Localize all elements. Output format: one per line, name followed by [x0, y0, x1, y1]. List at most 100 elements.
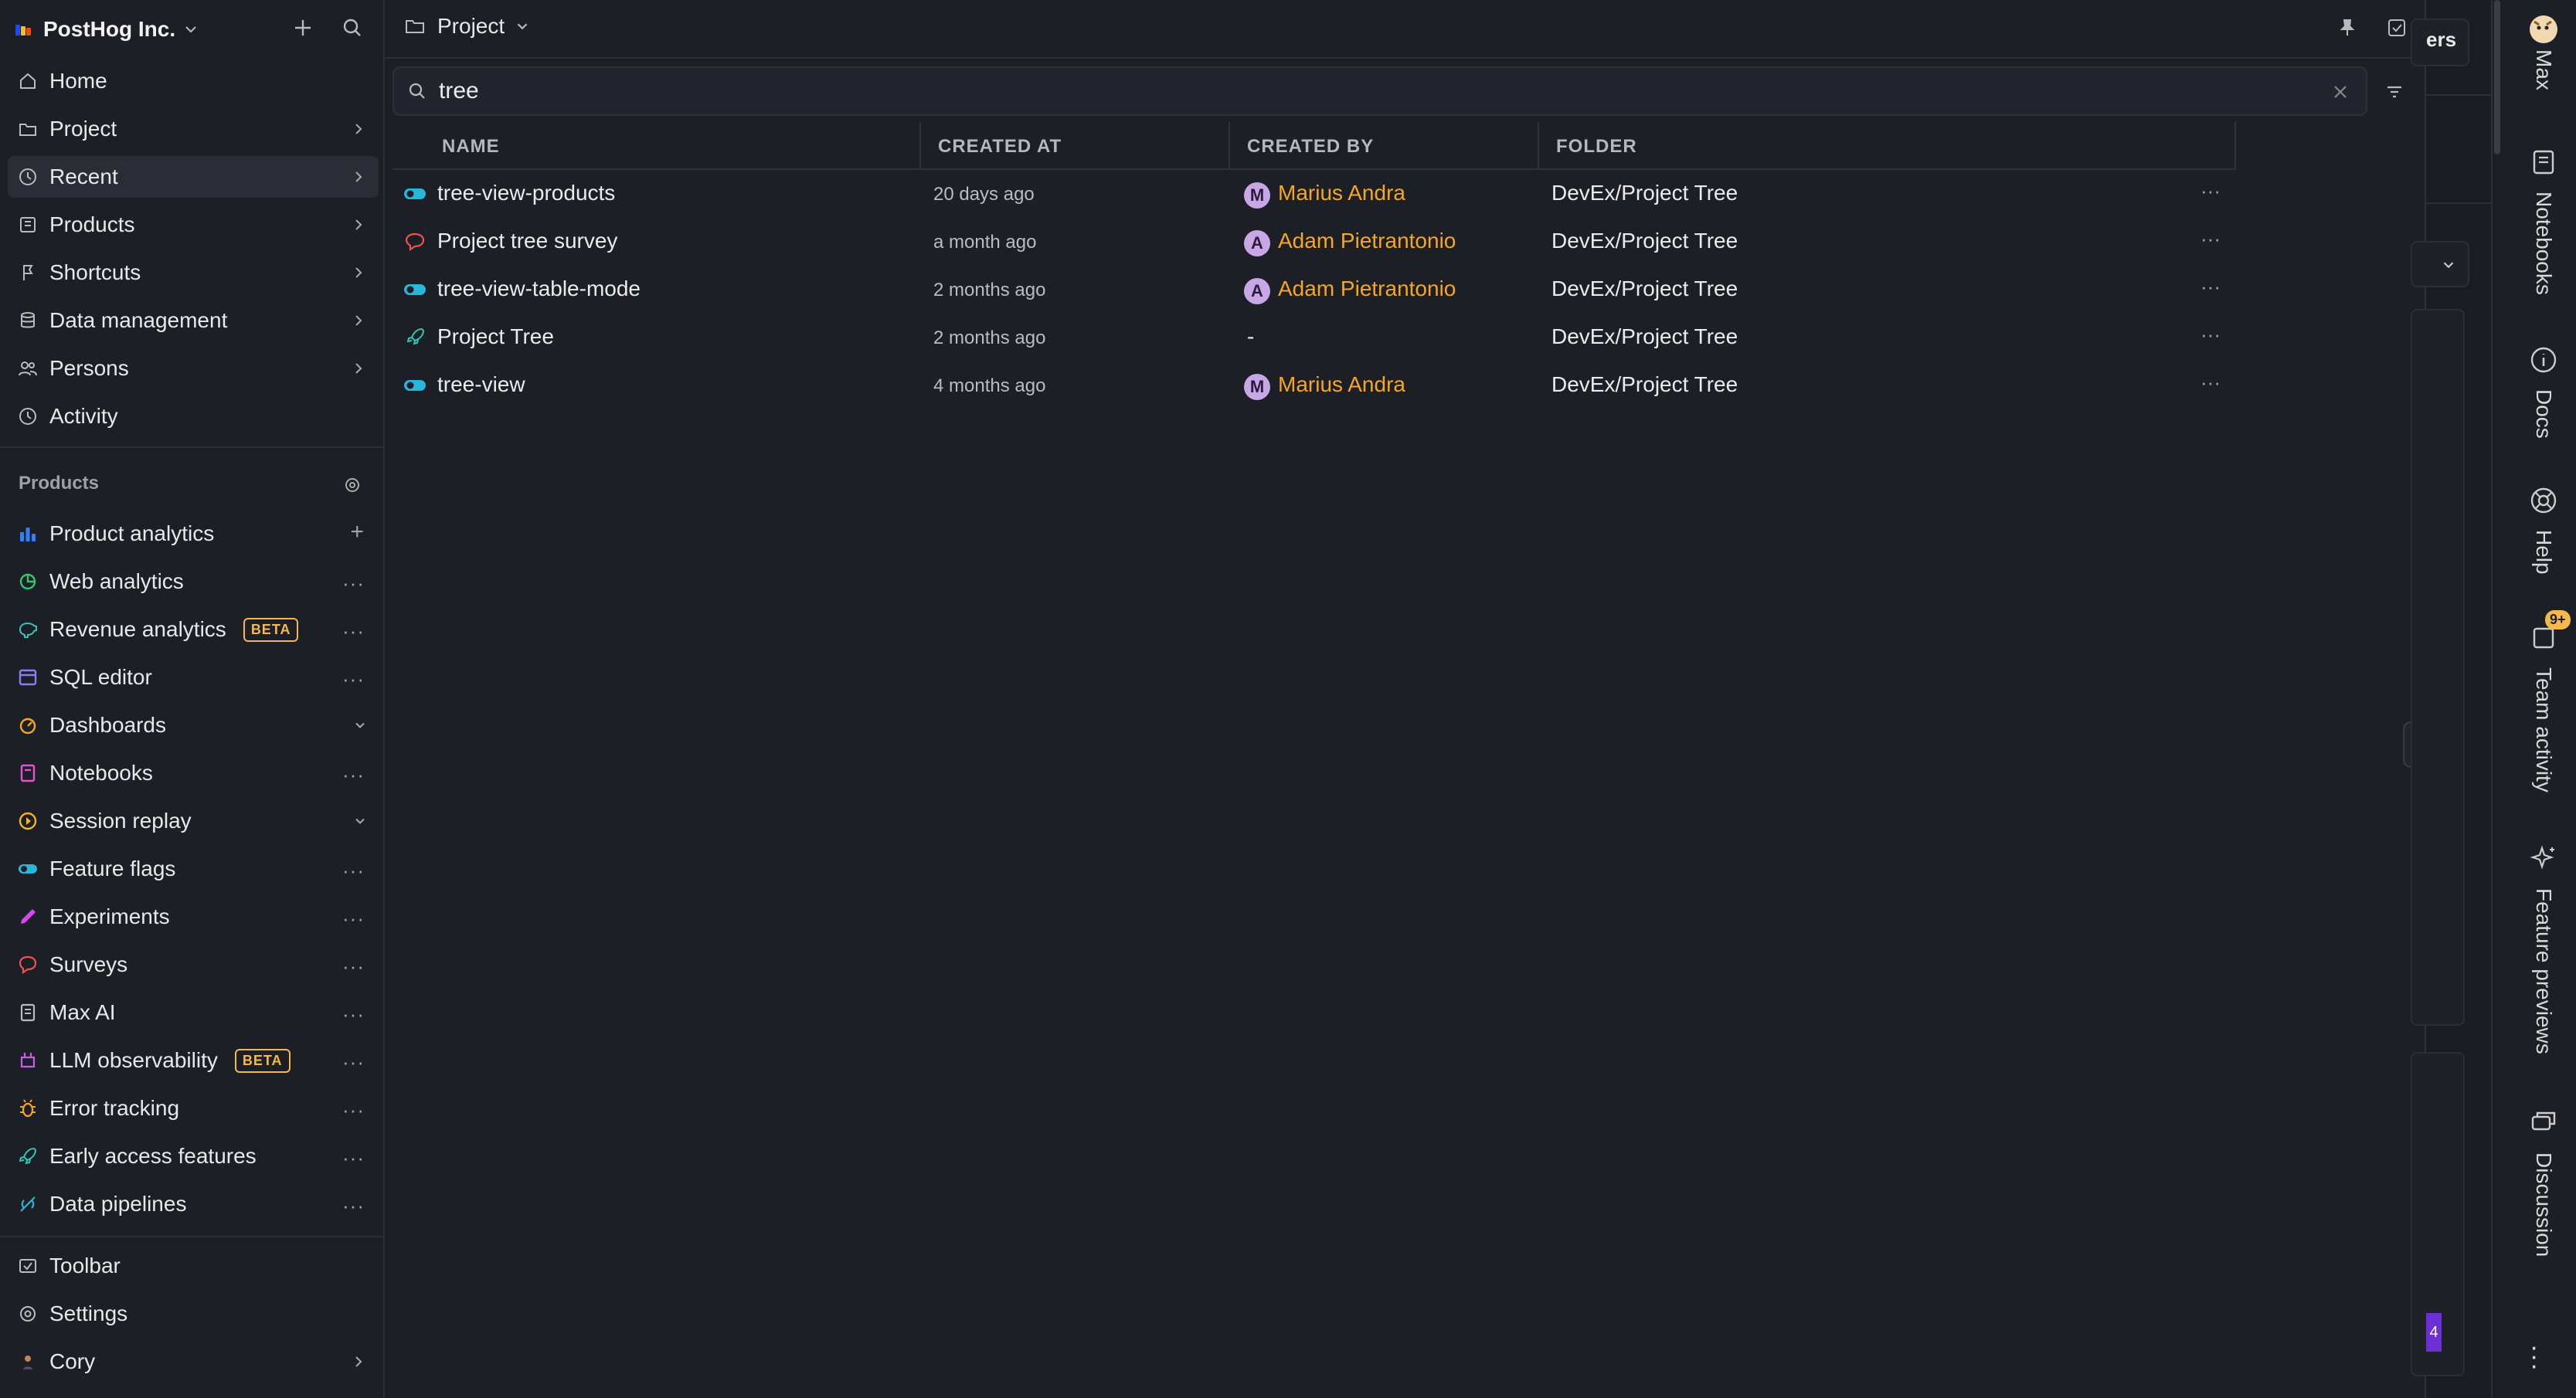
table-row[interactable]: tree-view-table-mode 2 months ago A Adam…: [393, 266, 2236, 314]
more-icon[interactable]: ···: [342, 859, 365, 883]
product-llm-observability[interactable]: LLM observability BETA ···: [8, 1040, 379, 1081]
search-icon[interactable]: [340, 15, 365, 40]
row-created-by[interactable]: Marius Andra: [1278, 181, 1405, 205]
org-switcher[interactable]: PostHog Inc.: [15, 14, 371, 45]
nav-data-management[interactable]: Data management: [8, 300, 379, 341]
more-icon[interactable]: ···: [2200, 371, 2221, 395]
more-icon[interactable]: ···: [342, 572, 365, 596]
web-analytics-icon: [19, 573, 36, 590]
row-created-by[interactable]: Adam Pietrantonio: [1278, 277, 1456, 301]
product-surveys[interactable]: Surveys ···: [8, 944, 379, 986]
product-error-tracking[interactable]: Error tracking ···: [8, 1088, 379, 1129]
column-header-folder[interactable]: FOLDER: [1556, 136, 1637, 158]
chevron-down-icon[interactable]: [352, 813, 368, 829]
more-icon[interactable]: ···: [2200, 275, 2221, 299]
nav-toolbar[interactable]: Toolbar: [8, 1245, 379, 1287]
table-row[interactable]: tree-view-products 20 days ago M Marius …: [393, 170, 2236, 218]
more-icon[interactable]: ···: [342, 1146, 365, 1170]
row-created-by[interactable]: Marius Andra: [1278, 372, 1405, 397]
row-name[interactable]: Project tree survey: [437, 229, 617, 253]
rail-feature-previews[interactable]: Feature previews: [2516, 843, 2571, 1054]
info-icon: [2530, 347, 2557, 373]
column-header-name[interactable]: NAME: [442, 136, 500, 158]
more-icon[interactable]: ···: [2200, 179, 2221, 203]
scrollbar-thumb[interactable]: [2494, 0, 2500, 154]
product-label: Experiments: [49, 904, 170, 928]
table-row[interactable]: Project tree survey a month ago A Adam P…: [393, 218, 2236, 266]
nav-shortcuts[interactable]: Shortcuts: [8, 252, 379, 294]
rail-help[interactable]: Help: [2516, 485, 2571, 575]
search-input[interactable]: [439, 78, 2216, 104]
home-icon: [20, 73, 36, 89]
row-created-at: 20 days ago: [933, 184, 1035, 205]
product-label: Session replay: [49, 809, 192, 833]
more-icon[interactable]: ···: [342, 907, 365, 931]
chevron-right-icon: [355, 124, 362, 134]
more-icon[interactable]: ···: [342, 619, 365, 643]
product-analytics[interactable]: Product analytics +: [8, 513, 379, 555]
more-icon[interactable]: ···: [342, 763, 365, 787]
more-icon[interactable]: ···: [342, 667, 365, 691]
rail-max[interactable]: Max: [2516, 14, 2571, 90]
checkbox-icon[interactable]: [2386, 17, 2408, 39]
product-session-replay[interactable]: Session replay: [8, 800, 379, 842]
product-feature-flags[interactable]: Feature flags ···: [8, 848, 379, 890]
more-icon[interactable]: ···: [2200, 227, 2221, 251]
avatar: M: [1244, 374, 1270, 400]
column-separator[interactable]: [1229, 122, 1230, 170]
rail-docs[interactable]: Docs: [2516, 344, 2571, 439]
filter-icon[interactable]: [2383, 80, 2406, 103]
product-dashboards[interactable]: Dashboards: [8, 704, 379, 746]
more-icon[interactable]: ···: [342, 1050, 365, 1074]
table-row[interactable]: tree-view 4 months ago M Marius Andra De…: [393, 361, 2236, 409]
product-max-ai[interactable]: Max AI ···: [8, 992, 379, 1033]
column-separator[interactable]: [1538, 122, 1539, 170]
plus-icon[interactable]: [291, 15, 315, 40]
gear-icon[interactable]: [343, 476, 362, 494]
breadcrumb[interactable]: Project: [403, 14, 531, 39]
chevron-down-icon[interactable]: [352, 718, 368, 733]
plus-icon[interactable]: +: [350, 519, 365, 545]
more-icon[interactable]: ···: [342, 1003, 365, 1026]
background-tab[interactable]: 4: [2426, 1313, 2442, 1352]
more-icon[interactable]: ···: [342, 1098, 365, 1122]
rail-discussion[interactable]: Discussion: [2516, 1108, 2571, 1257]
more-icon[interactable]: ···: [342, 1194, 365, 1218]
nav-products[interactable]: Products: [8, 204, 379, 246]
pin-icon[interactable]: [2336, 17, 2358, 39]
more-icon[interactable]: ···: [2200, 323, 2221, 347]
product-experiments[interactable]: Experiments ···: [8, 896, 379, 938]
nav-home[interactable]: Home: [8, 60, 379, 102]
nav-settings[interactable]: Settings: [8, 1293, 379, 1335]
rail-notebooks[interactable]: Notebooks: [2516, 147, 2571, 295]
more-vertical-icon[interactable]: · · ·: [2530, 1334, 2538, 1379]
rail-team-activity[interactable]: 9+ Team activity: [2516, 610, 2571, 792]
nav-recent[interactable]: Recent: [8, 156, 379, 198]
nav-label: Activity: [49, 404, 118, 428]
row-name[interactable]: tree-view-products: [437, 181, 615, 205]
nav-project[interactable]: Project: [8, 108, 379, 150]
product-notebooks[interactable]: Notebooks ···: [8, 752, 379, 794]
scrollbar[interactable]: [2493, 0, 2502, 1398]
close-icon[interactable]: [2329, 80, 2352, 103]
table-row[interactable]: Project Tree 2 months ago - DevEx/Projec…: [393, 314, 2236, 361]
row-name[interactable]: tree-view-table-mode: [437, 277, 641, 301]
column-separator[interactable]: [919, 122, 921, 170]
row-name[interactable]: Project Tree: [437, 324, 554, 349]
nav-persons[interactable]: Persons: [8, 348, 379, 389]
posthog-logo-icon: [15, 21, 32, 38]
nav-user[interactable]: Cory: [8, 1341, 379, 1383]
nav-activity[interactable]: Activity: [8, 395, 379, 437]
product-sql-editor[interactable]: SQL editor ···: [8, 657, 379, 698]
product-revenue-analytics[interactable]: Revenue analytics BETA ···: [8, 609, 379, 650]
column-header-created-by[interactable]: CREATED BY: [1247, 136, 1374, 158]
row-created-by[interactable]: Adam Pietrantonio: [1278, 229, 1456, 253]
more-icon[interactable]: ···: [342, 955, 365, 979]
product-web-analytics[interactable]: Web analytics ···: [8, 561, 379, 602]
column-header-created-at[interactable]: CREATED AT: [938, 136, 1062, 158]
row-name[interactable]: tree-view: [437, 372, 525, 397]
beta-badge: BETA: [234, 1048, 291, 1073]
product-data-pipelines[interactable]: Data pipelines ···: [8, 1183, 379, 1225]
background-select[interactable]: [2411, 241, 2469, 287]
product-early-access-features[interactable]: Early access features ···: [8, 1135, 379, 1177]
